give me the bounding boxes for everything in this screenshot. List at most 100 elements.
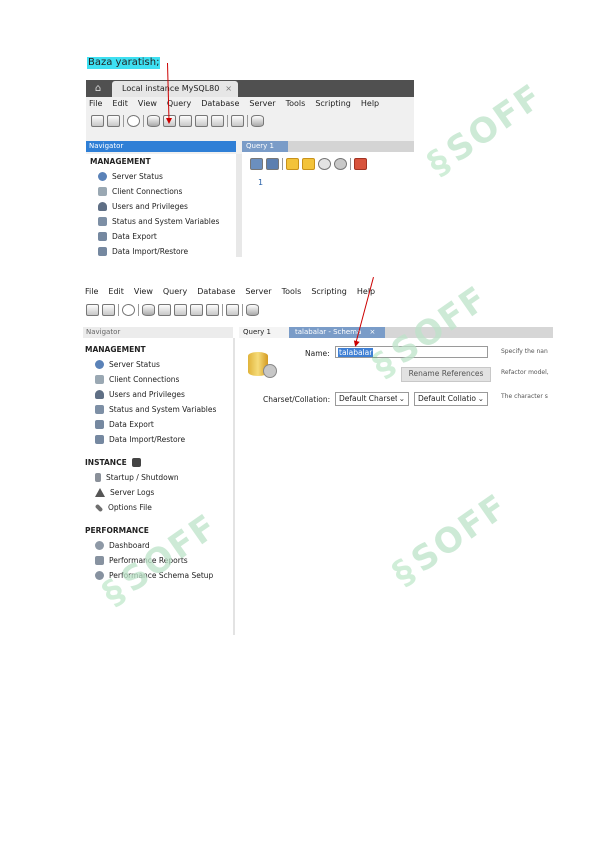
menu-tools[interactable]: Tools (286, 97, 306, 111)
nav-item-server-status[interactable]: Server Status (86, 169, 236, 184)
nav-item-startup-shutdown[interactable]: Startup / Shutdown (83, 470, 233, 485)
menu-help[interactable]: Help (361, 97, 379, 111)
create-procedure-icon[interactable] (195, 115, 208, 127)
toolbar-separator (143, 115, 144, 127)
execute-icon[interactable] (286, 158, 299, 170)
instance-section: INSTANCE (83, 455, 233, 470)
nav-item-label: Server Logs (110, 488, 155, 497)
nav-item-users-privileges[interactable]: Users and Privileges (83, 387, 233, 402)
menu-bar: File Edit View Query Database Server Too… (85, 285, 385, 299)
nav-item-options-file[interactable]: Options File (83, 500, 233, 515)
import-icon (98, 247, 107, 256)
create-schema-icon[interactable] (142, 304, 155, 316)
search-table-data-icon[interactable] (231, 115, 244, 127)
nav-item-label: Users and Privileges (109, 390, 185, 399)
create-view-icon[interactable] (179, 115, 192, 127)
toolbar-separator (123, 115, 124, 127)
create-function-icon[interactable] (206, 304, 219, 316)
menu-scripting[interactable]: Scripting (311, 285, 347, 299)
menu-help[interactable]: Help (357, 285, 375, 299)
monitor-icon (98, 217, 107, 226)
create-view-icon[interactable] (174, 304, 187, 316)
create-schema-icon[interactable] (147, 115, 160, 127)
open-sql-script-icon[interactable] (107, 115, 120, 127)
schema-tab[interactable]: talabalar - Schema × (289, 327, 385, 338)
menu-database[interactable]: Database (201, 97, 239, 111)
save-icon[interactable] (266, 158, 279, 170)
nav-item-server-logs[interactable]: Server Logs (83, 485, 233, 500)
nav-item-data-import[interactable]: Data Import/Restore (83, 432, 233, 447)
navigator-header: Navigator (83, 327, 233, 338)
nav-item-users-privileges[interactable]: Users and Privileges (86, 199, 236, 214)
execute-current-icon[interactable] (302, 158, 315, 170)
menu-tools[interactable]: Tools (282, 285, 302, 299)
reconnect-icon[interactable] (251, 115, 264, 127)
main-toolbar (86, 302, 262, 318)
new-sql-tab-icon[interactable] (86, 304, 99, 316)
nav-item-label: Users and Privileges (112, 202, 188, 211)
home-icon[interactable]: ⌂ (90, 82, 106, 95)
menu-edit[interactable]: Edit (108, 285, 124, 299)
query-tab[interactable]: Query 1 (239, 327, 289, 338)
tab-bar: ⌂ Local instance MySQL80 × (86, 80, 414, 97)
nav-item-status-variables[interactable]: Status and System Variables (83, 402, 233, 417)
menu-database[interactable]: Database (197, 285, 235, 299)
inspector-icon[interactable] (122, 304, 135, 316)
menu-edit[interactable]: Edit (112, 97, 128, 111)
stop-icon[interactable] (334, 158, 347, 170)
query-tab-label: Query 1 (246, 142, 274, 150)
toolbar-separator (227, 115, 228, 127)
reconnect-icon[interactable] (246, 304, 259, 316)
inspector-icon[interactable] (127, 115, 140, 127)
charset-select[interactable]: Default Charset ⌄ (335, 392, 409, 406)
menu-view[interactable]: View (134, 285, 153, 299)
splitter[interactable] (233, 338, 235, 635)
toggle-autocommit-icon[interactable] (354, 158, 367, 170)
query-tab[interactable]: Query 1 × (242, 141, 288, 161)
nav-item-client-connections[interactable]: Client Connections (86, 184, 236, 199)
nav-item-label: Data Import/Restore (112, 247, 189, 256)
toolbar-separator (282, 158, 283, 170)
management-section-title: MANAGEMENT (90, 157, 151, 166)
nav-item-server-status[interactable]: Server Status (83, 357, 233, 372)
nav-item-data-export[interactable]: Data Export (83, 417, 233, 432)
sql-editor[interactable]: 1 (242, 152, 414, 257)
menu-view[interactable]: View (138, 97, 157, 111)
rename-references-button[interactable]: Rename References (401, 367, 491, 382)
nav-item-client-connections[interactable]: Client Connections (83, 372, 233, 387)
toolbar-separator (138, 304, 139, 316)
nav-item-data-export[interactable]: Data Export (86, 229, 236, 244)
create-function-icon[interactable] (211, 115, 224, 127)
menu-file[interactable]: File (85, 285, 98, 299)
menu-query[interactable]: Query (163, 285, 187, 299)
collation-select[interactable]: Default Collatior ⌄ (414, 392, 488, 406)
search-table-data-icon[interactable] (226, 304, 239, 316)
menu-query[interactable]: Query (167, 97, 191, 111)
explain-icon[interactable] (318, 158, 331, 170)
nav-item-label: Server Status (112, 172, 163, 181)
new-sql-tab-icon[interactable] (91, 115, 104, 127)
create-table-icon[interactable] (158, 304, 171, 316)
menu-server[interactable]: Server (245, 285, 271, 299)
nav-item-data-import[interactable]: Data Import/Restore (86, 244, 236, 257)
open-file-icon[interactable] (250, 158, 263, 170)
close-icon[interactable]: × (369, 328, 375, 336)
toolbar-separator (118, 304, 119, 316)
menu-server[interactable]: Server (249, 97, 275, 111)
screenshot-1: ⌂ Local instance MySQL80 × File Edit Vie… (86, 80, 414, 257)
dashboard-icon (95, 541, 104, 550)
monitor-icon (95, 405, 104, 414)
open-sql-script-icon[interactable] (102, 304, 115, 316)
client-connections-icon (95, 375, 104, 384)
nav-item-status-variables[interactable]: Status and System Variables (86, 214, 236, 229)
create-procedure-icon[interactable] (190, 304, 203, 316)
close-icon[interactable]: × (225, 81, 232, 97)
charset-hint: The character s (501, 393, 548, 400)
menu-scripting[interactable]: Scripting (315, 97, 351, 111)
wrench-icon (263, 364, 277, 378)
startup-icon (95, 473, 101, 482)
menu-file[interactable]: File (89, 97, 102, 111)
tab-strip-fill (288, 141, 414, 152)
watermark-logo: §SOFF (420, 76, 550, 184)
connection-tab[interactable]: Local instance MySQL80 × (112, 81, 238, 97)
